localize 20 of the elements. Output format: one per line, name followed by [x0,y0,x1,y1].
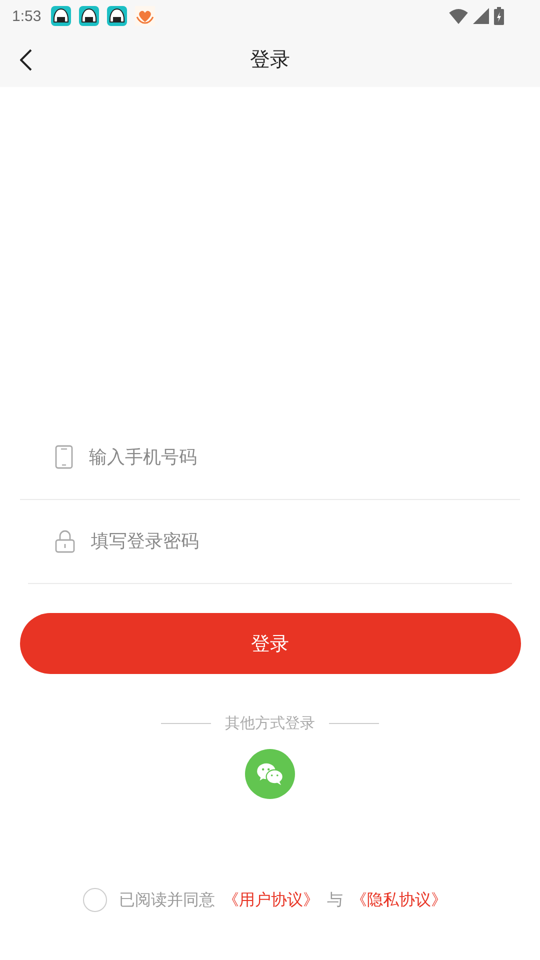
lock-icon [55,529,75,553]
wifi-icon [449,8,468,24]
heart-hands-icon [135,6,156,26]
wechat-login-button[interactable] [245,749,295,799]
battery-icon [494,7,504,25]
status-time: 1:53 [12,8,42,24]
page-title: 登录 [250,46,290,73]
agree-text: 已阅读并同意 [119,890,215,910]
input-field[interactable]: 填写登录密码 [89,530,505,552]
phone-icon [55,445,73,469]
login-button[interactable]: 登录 [20,613,520,674]
agree-joiner: 与 [327,890,343,910]
signal-icon [473,8,489,24]
agreement-link[interactable]: 《用户协议》 [223,890,319,910]
input-field[interactable]: 输入手机号码 [87,446,505,468]
back-icon [20,48,32,70]
other-login-label: 其他方式登录 [225,714,315,733]
chat-bubbles-icon [256,762,284,786]
agree-checkbox[interactable] [83,888,107,912]
agreement-link[interactable]: 《隐私协议》 [351,890,447,910]
